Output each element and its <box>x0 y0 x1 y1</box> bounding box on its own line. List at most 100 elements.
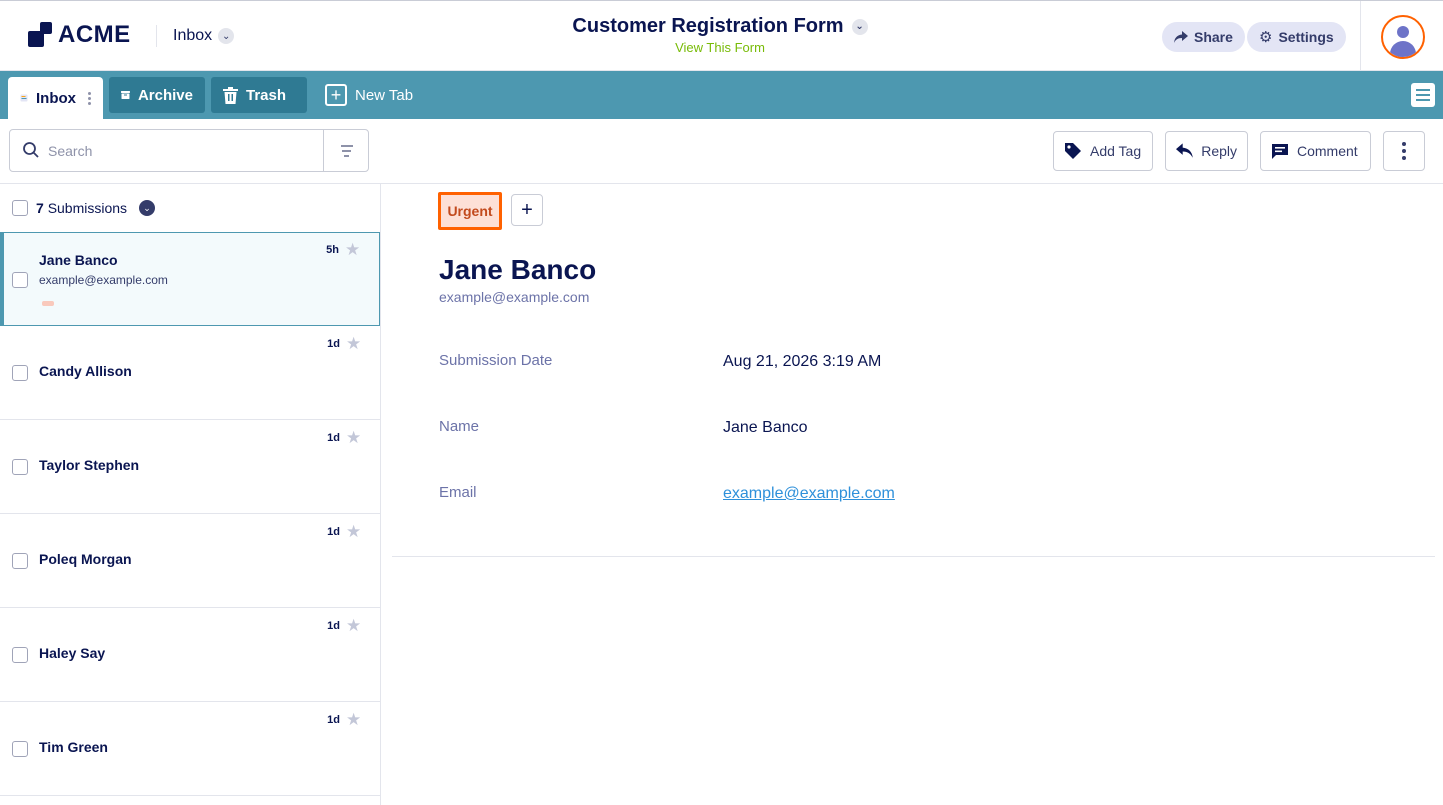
list-item-checkbox[interactable] <box>12 647 28 663</box>
list-item-time: 1d <box>327 620 340 632</box>
inbox-tab-icon <box>20 94 28 102</box>
list-item-checkbox[interactable] <box>12 741 28 757</box>
chevron-down-icon[interactable]: ⌄ <box>139 200 156 216</box>
list-item-time: 1d <box>327 338 340 350</box>
field-label-name: Name <box>439 418 480 435</box>
submitter-name: Jane Banco <box>439 254 597 285</box>
tab-inbox[interactable]: Inbox <box>8 77 103 119</box>
star-icon[interactable]: ★ <box>346 710 361 730</box>
settings-button[interactable]: ⚙ Settings <box>1247 22 1346 52</box>
inbox-switcher[interactable]: Inbox ⌄ <box>173 27 235 45</box>
share-button[interactable]: Share <box>1162 22 1245 52</box>
tab-inbox-label: Inbox <box>36 89 76 107</box>
tab-archive-label: Archive <box>137 86 193 104</box>
detail-divider <box>392 556 1435 557</box>
inbox-switcher-label: Inbox <box>173 27 213 44</box>
list-item[interactable]: Haley Say 1d ★ <box>0 608 380 702</box>
reply-button[interactable]: Reply <box>1165 131 1248 171</box>
list-item-time: 1d <box>327 432 340 444</box>
top-header: ACME Inbox ⌄ Customer Registration Form … <box>0 0 1443 72</box>
form-title-block: Customer Registration Form ⌄ View This F… <box>560 15 880 55</box>
field-label-submission-date: Submission Date <box>439 352 553 369</box>
filter-icon[interactable] <box>323 130 369 171</box>
tab-trash[interactable]: Trash <box>211 77 307 113</box>
list-item-name: Tim Green <box>39 739 108 755</box>
search-icon <box>23 142 39 158</box>
submissions-header: 7 Submissions ⌄ <box>0 184 380 232</box>
list-item-time: 1d <box>327 714 340 726</box>
list-item-checkbox[interactable] <box>12 272 28 288</box>
new-tab-button[interactable]: + New Tab <box>313 77 425 113</box>
tag-indicator <box>42 301 54 306</box>
chevron-down-icon: ⌄ <box>851 18 868 35</box>
list-item-name: Haley Say <box>39 645 106 661</box>
tab-trash-label: Trash <box>246 86 287 104</box>
list-item[interactable]: Poleq Morgan 1d ★ <box>0 514 380 608</box>
list-item[interactable]: Candy Allison 1d ★ <box>0 326 380 420</box>
gear-icon: ⚙ <box>1259 29 1273 46</box>
form-title[interactable]: Customer Registration Form ⌄ <box>572 15 868 38</box>
comment-label: Comment <box>1297 143 1358 159</box>
share-icon <box>1174 30 1188 43</box>
tab-bar: Inbox Archive Trash + New Tab <box>0 71 1443 119</box>
list-item-checkbox[interactable] <box>12 365 28 381</box>
list-item-time: 5h <box>326 244 339 256</box>
trash-icon <box>223 86 238 104</box>
add-tag-plus-button[interactable]: + <box>511 194 543 226</box>
archive-icon <box>121 91 130 99</box>
list-item-email: example@example.com <box>39 273 168 287</box>
star-icon[interactable]: ★ <box>345 240 360 260</box>
more-options-button[interactable] <box>1383 131 1425 171</box>
search-box <box>9 129 369 172</box>
search-input[interactable] <box>48 131 323 170</box>
star-icon[interactable]: ★ <box>346 428 361 448</box>
field-label-email: Email <box>439 484 477 501</box>
list-item-time: 1d <box>327 526 340 538</box>
new-tab-label: New Tab <box>355 86 414 104</box>
list-item-checkbox[interactable] <box>12 553 28 569</box>
add-tag-label: Add Tag <box>1090 143 1142 159</box>
list-item-name: Taylor Stephen <box>39 457 140 473</box>
reply-label: Reply <box>1201 143 1237 159</box>
comment-icon <box>1272 143 1288 159</box>
user-avatar-icon[interactable] <box>1381 15 1425 59</box>
list-item-name: Candy Allison <box>39 363 132 379</box>
reply-icon <box>1176 143 1193 158</box>
acme-logo-icon <box>28 22 54 48</box>
tag-icon <box>1065 143 1081 159</box>
select-all-checkbox[interactable] <box>12 200 28 216</box>
hamburger-menu-icon[interactable] <box>1411 83 1435 107</box>
list-item[interactable]: Taylor Stephen 1d ★ <box>0 420 380 514</box>
submission-count-number: 7 <box>36 200 44 216</box>
comment-button[interactable]: Comment <box>1260 131 1371 171</box>
list-item-name: Jane Banco <box>39 252 118 268</box>
plus-icon: + <box>325 84 347 106</box>
kebab-icon <box>1402 142 1406 160</box>
star-icon[interactable]: ★ <box>346 522 361 542</box>
submission-count-label: Submissions <box>47 200 128 216</box>
list-item-name: Poleq Morgan <box>39 551 132 567</box>
list-item[interactable]: Jane Banco example@example.com 5h ★ <box>0 232 380 326</box>
header-divider <box>156 25 157 47</box>
share-label: Share <box>1194 29 1233 45</box>
submissions-count[interactable]: 7 Submissions <box>36 200 127 216</box>
logo-text: ACME <box>58 21 131 48</box>
urgent-tag[interactable]: Urgent <box>438 192 502 230</box>
add-tag-button[interactable]: Add Tag <box>1053 131 1153 171</box>
list-item[interactable]: Tim Green 1d ★ <box>0 702 380 796</box>
submitter-email: example@example.com <box>439 289 590 305</box>
settings-label: Settings <box>1278 29 1334 45</box>
tab-archive[interactable]: Archive <box>109 77 205 113</box>
field-value-name: Jane Banco <box>723 419 808 436</box>
pane-divider <box>380 184 381 805</box>
field-value-email-link[interactable]: example@example.com <box>723 485 895 503</box>
chevron-down-icon: ⌄ <box>218 28 235 44</box>
form-title-text: Customer Registration Form <box>572 15 844 37</box>
header-right-divider <box>1360 1 1361 72</box>
star-icon[interactable]: ★ <box>346 334 361 354</box>
view-form-link[interactable]: View This Form <box>560 40 880 55</box>
star-icon[interactable]: ★ <box>346 616 361 636</box>
acme-logo[interactable]: ACME <box>28 21 131 49</box>
tab-options-icon[interactable] <box>88 91 91 105</box>
list-item-checkbox[interactable] <box>12 459 28 475</box>
